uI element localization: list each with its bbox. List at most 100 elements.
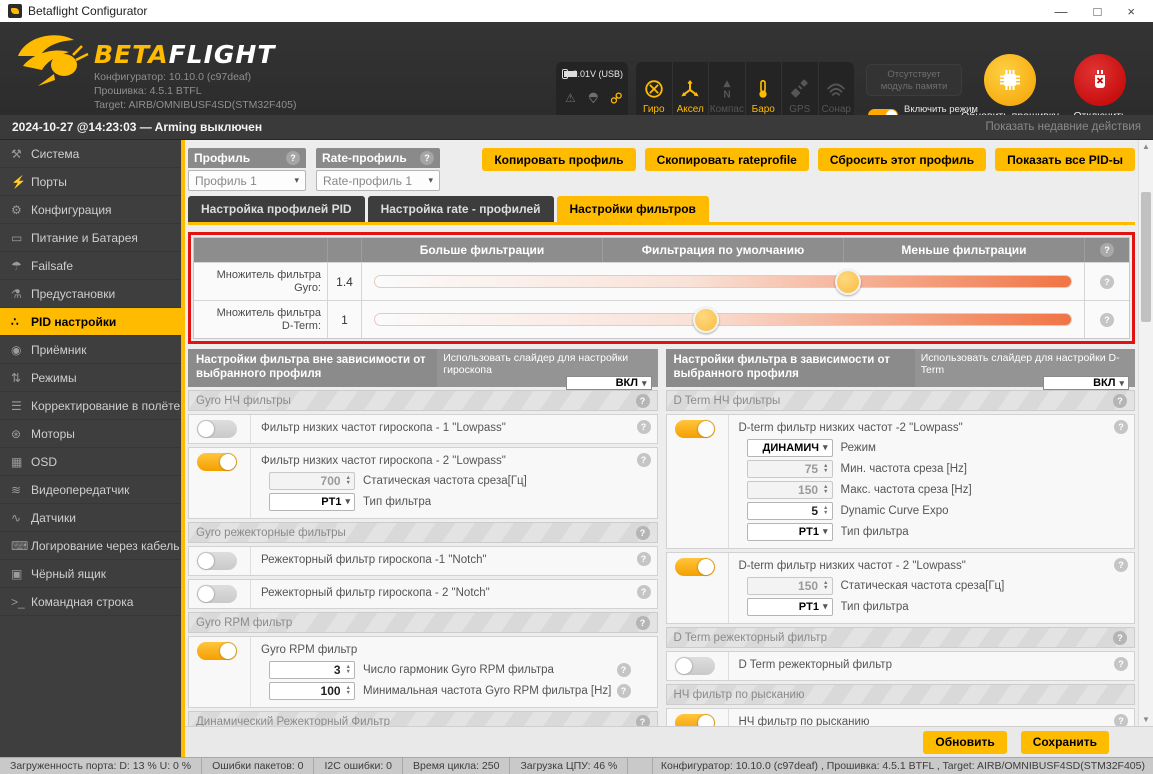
i2c-errors: I2C ошибки: 0 [314,758,403,774]
minimize-button[interactable]: — [1055,4,1068,19]
sidebar-item-modes[interactable]: ⇅Режимы [0,364,181,392]
gyro-slider-mode-select[interactable]: ВКЛ▾ [566,376,652,390]
disconnect-button[interactable]: Отключить [1040,54,1153,122]
sidebar-item-presets[interactable]: ⚗Предустановки [0,280,181,308]
sidebar-item-blackbox[interactable]: ▣Чёрный ящик [0,560,181,588]
gyro-lowpass1-toggle[interactable] [197,420,237,438]
sidebar-item-pid-tuning[interactable]: ∴PID настройки [0,308,181,336]
help-icon[interactable]: ? [637,420,651,434]
gyro-lowpass2-toggle[interactable] [197,453,237,471]
spinner-arrows[interactable]: ▲▼ [346,686,351,696]
recent-actions-link[interactable]: Показать недавние действия [986,121,1141,133]
gyro-filters-panel: Настройки фильтра вне зависимости от выб… [188,349,658,726]
spinner-arrows[interactable]: ▲▼ [823,581,828,591]
gyro-rpm-toggle[interactable] [197,642,237,660]
help-icon[interactable]: ? [617,684,631,698]
profile-select[interactable]: Профиль 1▾ [188,170,306,191]
dterm-min-cutoff-input[interactable]: 75▲▼ [747,460,833,478]
help-icon[interactable]: ? [637,585,651,599]
sidebar-item-osd[interactable]: ▦OSD [0,448,181,476]
spinner-arrows[interactable]: ▲▼ [823,464,828,474]
help-icon[interactable]: ? [1113,631,1127,645]
tab-filter-settings[interactable]: Настройки фильтров [557,196,709,222]
dterm-lowpass2-toggle[interactable] [675,558,715,576]
help-icon[interactable]: ? [636,616,650,630]
save-button[interactable]: Сохранить [1021,731,1109,754]
sidebar-item-failsafe[interactable]: ☂Failsafe [0,252,181,280]
scroll-up-arrow[interactable]: ▲ [1139,142,1153,151]
refresh-button[interactable]: Обновить [923,731,1006,754]
dterm-slider-mode-select[interactable]: ВКЛ▾ [1043,376,1129,390]
yaw-lowpass-row: НЧ фильтр по рысканию 100▲▼ Статическая … [666,708,1136,726]
help-icon[interactable]: ? [636,715,650,727]
spinner-arrows[interactable]: ▲▼ [346,665,351,675]
spinner-arrows[interactable]: ▲▼ [346,476,351,486]
sidebar-item-logging[interactable]: ⌨Логирование через кабель [0,532,181,560]
sidebar-item-receiver[interactable]: ◉Приёмник [0,336,181,364]
sidebar-item-sensors[interactable]: ∿Датчики [0,504,181,532]
help-icon[interactable]: ? [1100,275,1114,289]
dynamic-curve-expo-input[interactable]: 5▲▼ [747,502,833,520]
gyro-slider-handle[interactable] [835,269,861,295]
sidebar-item-motors[interactable]: ⊛Моторы [0,420,181,448]
copy-profile-button[interactable]: Копировать профиль [482,148,635,171]
spinner-arrows[interactable]: ▲▼ [823,485,828,495]
dterm-lowpass1-toggle[interactable] [675,420,715,438]
gyro-notch2-toggle[interactable] [197,585,237,603]
help-icon[interactable]: ? [286,151,300,165]
dterm-filter-slider[interactable] [374,313,1072,326]
gyro-filter-slider[interactable] [374,275,1072,288]
sidebar-item-setup[interactable]: ⚒Система [0,140,181,168]
dterm-lowpass2-type-select[interactable]: PT1▾ [747,598,833,616]
sidebar-item-cli[interactable]: >_Командная строка [0,588,181,616]
dterm-slider-handle[interactable] [693,307,719,333]
section-gyro-notch: Gyro режекторные фильтры? [188,522,658,543]
help-icon[interactable]: ? [1100,313,1114,327]
spinner-arrows[interactable]: ▲▼ [823,506,828,516]
chevron-down-icon: ▾ [823,442,828,453]
sidebar-item-ports[interactable]: ⚡Порты [0,168,181,196]
show-all-pids-button[interactable]: Показать все PID-ы [995,148,1135,171]
maximize-button[interactable]: □ [1094,4,1102,19]
tab-rateprofile-settings[interactable]: Настройка rate - профилей [368,196,554,222]
help-icon[interactable]: ? [1100,243,1114,257]
dterm-lowpass2-cutoff-input[interactable]: 150▲▼ [747,577,833,595]
scroll-down-arrow[interactable]: ▼ [1139,715,1153,724]
help-icon[interactable]: ? [1114,714,1128,726]
arming-status: 2024-10-27 @14:23:03 — Arming выключен [12,120,262,134]
scrollbar-thumb[interactable] [1141,192,1151,322]
rpm-min-freq-input[interactable]: 100▲▼ [269,682,355,700]
reset-profile-button[interactable]: Сбросить этот профиль [818,148,986,171]
tab-pid-profile-settings[interactable]: Настройка профилей PID [188,196,365,222]
help-icon[interactable]: ? [617,663,631,677]
yaw-lowpass-toggle[interactable] [675,714,715,726]
copy-rateprofile-button[interactable]: Скопировать rateprofile [645,148,809,171]
sidebar-item-power-battery[interactable]: ▭Питание и Батарея [0,224,181,252]
gyro-lowpass2-cutoff-input[interactable]: 700▲▼ [269,472,355,490]
gyro-notch1-toggle[interactable] [197,552,237,570]
help-icon[interactable]: ? [637,453,651,467]
help-icon[interactable]: ? [1114,657,1128,671]
sidebar-item-configuration[interactable]: ⚙Конфигурация [0,196,181,224]
help-icon[interactable]: ? [1114,558,1128,572]
help-icon[interactable]: ? [636,526,650,540]
rpm-harmonics-input[interactable]: 3▲▼ [269,661,355,679]
terminal-icon: >_ [11,595,31,609]
help-icon[interactable]: ? [420,151,434,165]
dterm-lowpass1-mode-select[interactable]: ДИНАМИЧ▾ [747,439,833,457]
dterm-notch-toggle[interactable] [675,657,715,675]
close-button[interactable]: × [1127,4,1135,19]
dterm-filter-multiplier-row: Множитель фильтраD-Term: 1 ? [194,300,1129,338]
help-icon[interactable]: ? [1114,420,1128,434]
dterm-max-cutoff-input[interactable]: 150▲▼ [747,481,833,499]
dataflash-button[interactable]: Отсутствует модуль памяти [866,64,962,96]
help-icon[interactable]: ? [637,552,651,566]
rateprofile-select[interactable]: Rate-профиль 1▾ [316,170,440,191]
vertical-scrollbar[interactable]: ▲ ▼ [1138,140,1153,726]
sidebar-item-vtx[interactable]: ≋Видеопередатчик [0,476,181,504]
gyro-lowpass2-type-select[interactable]: PT1▾ [269,493,355,511]
sidebar-item-adjustments[interactable]: ☰Корректирование в полёте [0,392,181,420]
help-icon[interactable]: ? [1113,394,1127,408]
help-icon[interactable]: ? [636,394,650,408]
dterm-lowpass1-type-select[interactable]: PT1▾ [747,523,833,541]
